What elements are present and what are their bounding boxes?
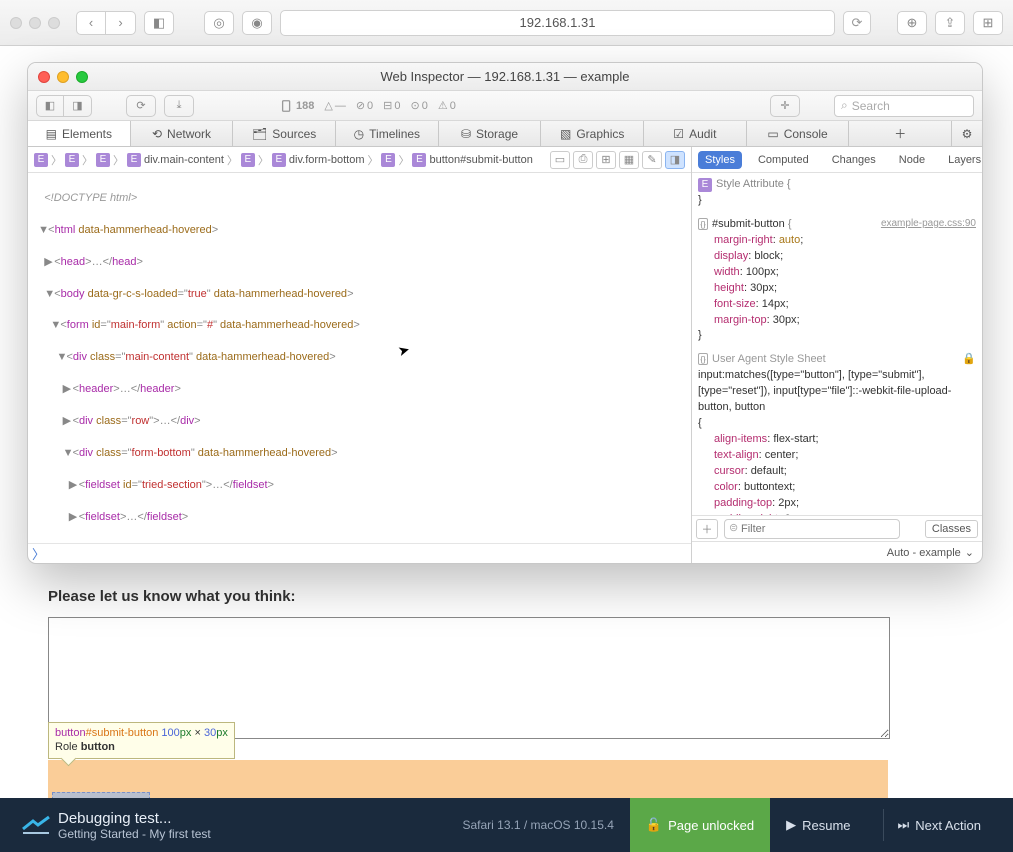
download-button[interactable]: ⤓ [164,95,194,117]
tab-storage[interactable]: ⛁ Storage [439,121,542,146]
styles-tab-styles[interactable]: Styles [698,151,742,169]
web-inspector-window: Web Inspector — 192.168.1.31 — example ◧… [27,62,983,564]
styles-filter-input[interactable] [724,519,900,539]
dom-breadcrumb: E〉 E〉 E〉 Ediv.main-content〉 E〉 Ediv.form… [28,147,691,173]
resume-button[interactable]: ▶Resume [786,817,850,833]
toggle-1[interactable]: ▭ [550,151,570,169]
download-button[interactable]: ⊕ [897,11,927,35]
tab-console[interactable]: ▭ Console [747,121,850,146]
testcafe-logo [14,812,58,838]
forward-button[interactable]: › [106,11,136,35]
skip-icon: ⏭ [898,817,910,833]
next-action-button[interactable]: ⏭Next Action [898,817,981,833]
tab-settings[interactable]: ⚙ [952,121,982,146]
auto-footer[interactable]: Auto - example ⌄ [692,541,982,563]
classes-button[interactable]: Classes [925,520,978,538]
inspector-titlebar: Web Inspector — 192.168.1.31 — example [28,63,982,91]
shield-button[interactable]: ◎ [204,11,234,35]
unlock-icon: 🔓 [646,817,662,833]
inspector-tabstrip: ▤ Elements ⟲ Network 🗂 Sources ◷ Timelin… [28,121,982,147]
lock-icon: 🔒 [962,352,976,368]
details-toggle[interactable]: ◨ [665,151,685,169]
layout-icon[interactable]: ⊞ [596,151,616,169]
close-icon[interactable] [38,71,50,83]
debug-subtitle: Getting Started - My first test [58,827,462,841]
testcafe-debug-bar: Debugging test... Getting Started - My f… [0,798,1013,852]
tab-elements[interactable]: ▤ Elements [28,121,131,146]
back-button[interactable]: ‹ [76,11,106,35]
zoom-icon[interactable] [76,71,88,83]
safari-toolbar: ‹ › ◧ ◎ ◉ 192.168.1.31 ⟳ ⊕ ⇪ ⊞ [0,0,1013,46]
inspector-search[interactable]: ⌕ Search [834,95,974,117]
inspector-tooltip: button#submit-button 100px × 30px Role b… [48,722,235,759]
minimize-icon[interactable] [57,71,69,83]
page-content: Please let us know what you think: [48,588,890,742]
nav-group: ‹ › [76,11,136,35]
inspector-title: Web Inspector — 192.168.1.31 — example [380,69,629,84]
dock-bottom-button[interactable]: ◨ [64,95,92,117]
tab-timelines[interactable]: ◷ Timelines [336,121,439,146]
tab-sources[interactable]: 🗂 Sources [233,121,336,146]
debug-env: Safari 13.1 / macOS 10.15.4 [462,818,613,832]
dom-tree[interactable]: <!DOCTYPE html> ▼<html data-hammerhead-h… [28,173,691,543]
tab-audit[interactable]: ☑ Audit [644,121,747,146]
styles-tab-layers[interactable]: Layers [941,151,983,169]
privacy-button[interactable]: ◉ [242,11,272,35]
feedback-heading: Please let us know what you think: [48,588,890,605]
crumb-3[interactable]: Ediv.main-content〉 [127,152,238,168]
print-icon[interactable]: ⎙ [573,151,593,169]
crumb-5[interactable]: Ediv.form-bottom〉 [272,152,379,168]
crumb-1[interactable]: E〉 [65,152,93,168]
inspector-stats: 188 △— ⊘0 ⊟0 ⊙0 ⚠0 [280,99,456,113]
crumb-7[interactable]: Ebutton#submit-button [412,153,532,167]
tab-add[interactable]: ＋ [849,121,952,146]
styles-tab-computed[interactable]: Computed [751,151,816,169]
styles-list[interactable]: EStyle Attribute { } {}#submit-button {e… [692,173,982,515]
debug-title: Debugging test... [58,810,462,827]
url-bar[interactable]: 192.168.1.31 [280,10,835,36]
safari-traffic-lights [10,17,60,29]
styles-tabs: Styles Computed Changes Node Layers [692,147,982,173]
tab-network[interactable]: ⟲ Network [131,121,234,146]
crumb-2[interactable]: E〉 [96,152,124,168]
element-highlight [48,760,888,798]
feedback-textarea[interactable] [48,617,890,739]
chevron-down-icon: ⌄ [965,546,974,559]
grid-icon[interactable]: ▦ [619,151,639,169]
styles-footer: ＋ Classes [692,515,982,541]
crosshair-button[interactable]: ✛ [770,95,800,117]
tabs-button[interactable]: ⊞ [973,11,1003,35]
crumb-root[interactable]: E〉 [34,152,62,168]
crumb-4[interactable]: E〉 [241,152,269,168]
edit-icon[interactable]: ✎ [642,151,662,169]
dock-left-button[interactable]: ◧ [36,95,64,117]
sidebar-button[interactable]: ◧ [144,11,174,35]
refresh-button[interactable]: ⟳ [126,95,156,117]
reload-button[interactable]: ⟳ [843,11,871,35]
inspector-toolbar: ◧ ◨ ⟳ ⤓ 188 △— ⊘0 ⊟0 ⊙0 ⚠0 ✛ ⌕ Search [28,91,982,121]
inspector-traffic-lights [38,71,88,83]
crumb-6[interactable]: E〉 [381,152,409,168]
search-icon: ⌕ [841,98,848,113]
url-text: 192.168.1.31 [520,15,596,30]
add-rule-button[interactable]: ＋ [696,519,718,539]
console-prompt[interactable]: 〉 [28,543,691,563]
play-icon: ▶ [786,817,796,833]
styles-tab-changes[interactable]: Changes [825,151,883,169]
tab-graphics[interactable]: ▧ Graphics [541,121,644,146]
resources-count: 188 [280,99,314,113]
page-unlocked-button[interactable]: 🔓Page unlocked [630,798,770,852]
styles-tab-node[interactable]: Node [892,151,932,169]
share-button[interactable]: ⇪ [935,11,965,35]
